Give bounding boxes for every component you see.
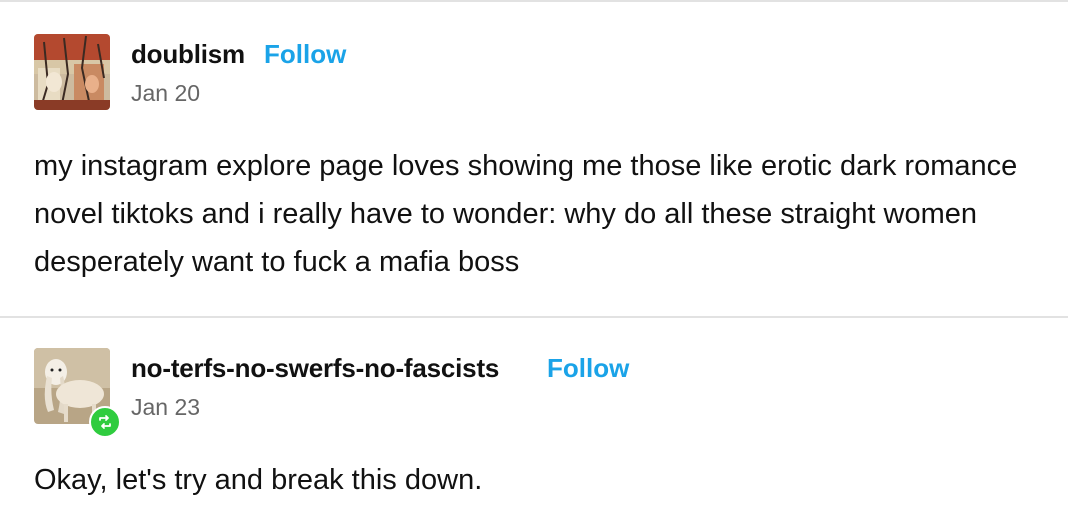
follow-button[interactable]: Follow	[264, 39, 346, 70]
post-username[interactable]: doublism	[131, 39, 245, 70]
collage-avatar-icon	[34, 34, 110, 110]
avatar[interactable]	[34, 34, 110, 110]
post-body: Okay, let's try and break this down.	[34, 464, 483, 496]
post-body: my instagram explore page loves showing …	[34, 150, 1018, 278]
post-date[interactable]: Jan 23	[131, 394, 200, 421]
top-divider	[0, 0, 1068, 2]
follow-button[interactable]: Follow	[547, 353, 629, 384]
post-date[interactable]: Jan 20	[131, 80, 200, 107]
post-username[interactable]: no-terfs-no-swerfs-no-fascists	[131, 353, 499, 384]
reblog-icon	[99, 415, 111, 429]
reblog-divider	[0, 316, 1068, 318]
reblog-badge	[89, 406, 121, 438]
